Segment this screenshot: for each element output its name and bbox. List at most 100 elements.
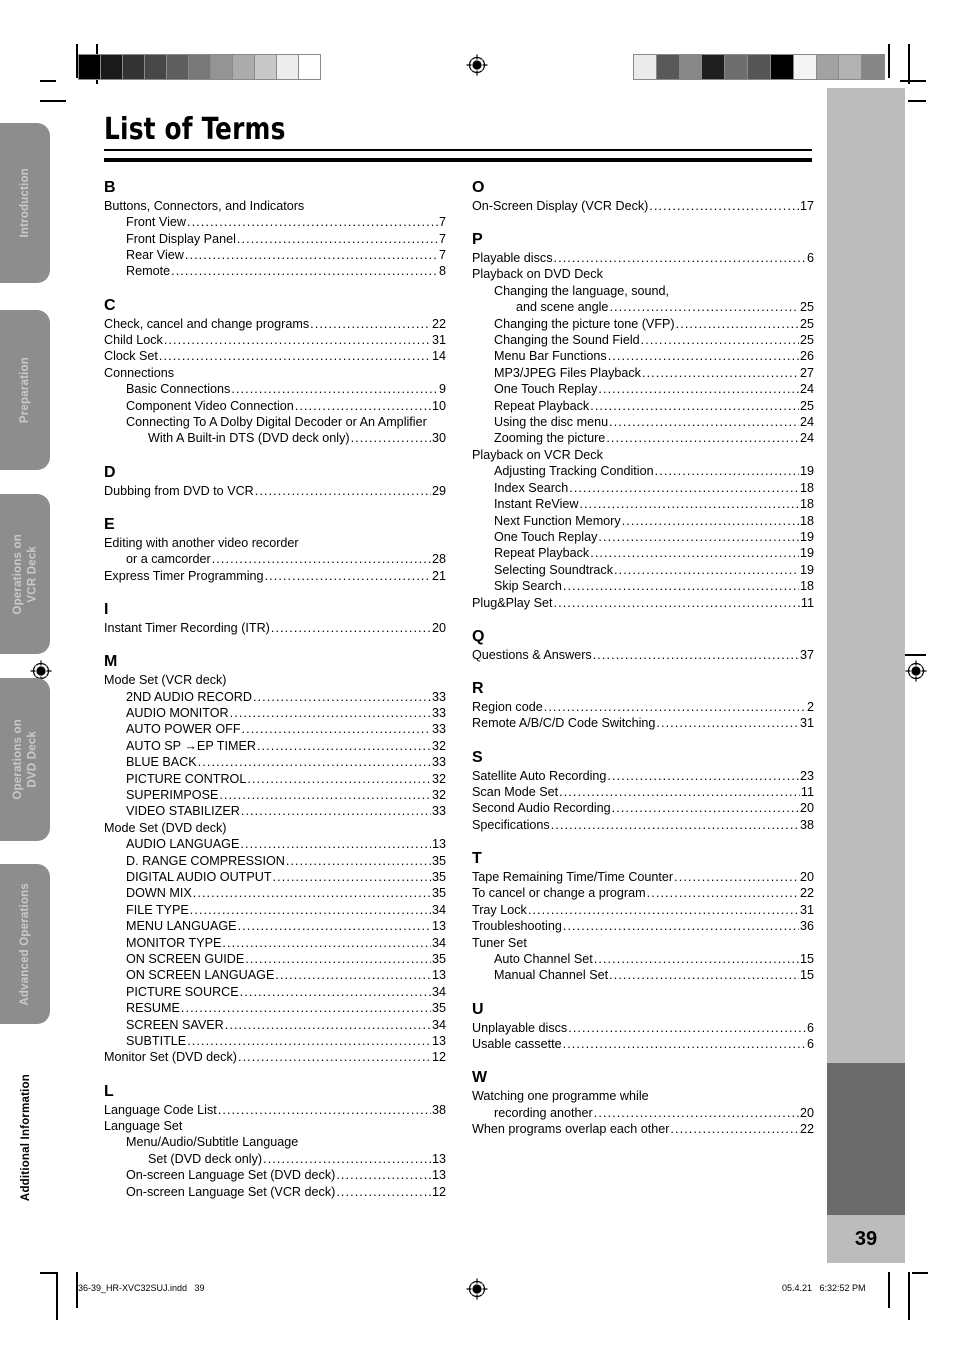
index-entry[interactable]: ON SCREEN LANGUAGE......................… xyxy=(104,967,446,983)
index-entry[interactable]: Index Search............................… xyxy=(472,480,814,496)
index-entry[interactable]: Questions & Answers.....................… xyxy=(472,647,814,663)
index-entry[interactable]: Dubbing from DVD to VCR.................… xyxy=(104,483,446,499)
tab-operations-on-dvd-deck[interactable]: Operations on DVD Deck xyxy=(0,678,50,841)
index-entry[interactable]: Instant Timer Recording (ITR)...........… xyxy=(104,620,446,636)
index-entry[interactable]: Front View..............................… xyxy=(104,214,446,230)
index-entry[interactable]: Remote A/B/C/D Code Switching...........… xyxy=(472,715,814,731)
index-entry-text: SUBTITLE xyxy=(126,1034,187,1049)
tab-operations-on-vcr-deck[interactable]: Operations on VCR Deck xyxy=(0,494,50,654)
index-entry[interactable]: Using the disc menu.....................… xyxy=(472,414,814,430)
index-entry[interactable]: Unplayable discs........................… xyxy=(472,1020,814,1036)
index-entry[interactable]: Set (DVD deck only).....................… xyxy=(104,1151,446,1167)
index-page-number: 38 xyxy=(431,1102,446,1117)
index-entry[interactable]: Rear View...............................… xyxy=(104,247,446,263)
index-entry[interactable]: Changing the Sound Field................… xyxy=(472,332,814,348)
index-entry[interactable]: MONITOR TYPE............................… xyxy=(104,935,446,951)
index-entry[interactable]: Usable cassette.........................… xyxy=(472,1036,814,1052)
registration-target-top-center xyxy=(466,54,488,76)
index-entry[interactable]: Basic Connections.......................… xyxy=(104,381,446,397)
index-entry[interactable]: Auto Channel Set........................… xyxy=(472,951,814,967)
index-entry[interactable]: Child Lock..............................… xyxy=(104,332,446,348)
index-entry[interactable]: DOWN MIX................................… xyxy=(104,885,446,901)
index-entry[interactable]: Plug&Play Set...........................… xyxy=(472,595,814,611)
index-entry[interactable]: Monitor Set (DVD deck)..................… xyxy=(104,1049,446,1065)
index-page-number: 26 xyxy=(799,349,814,364)
index-entry[interactable]: Menu Bar Functions......................… xyxy=(472,348,814,364)
index-entry[interactable]: Front Display Panel.....................… xyxy=(104,231,446,247)
index-entry[interactable]: When programs overlap each other........… xyxy=(472,1121,814,1137)
crop-mark-bottom-right-inner-vertical xyxy=(908,1272,910,1320)
index-entry[interactable]: and scene angle.........................… xyxy=(472,299,814,315)
index-entry[interactable]: Zooming the picture.....................… xyxy=(472,430,814,446)
index-entry[interactable]: Specifications..........................… xyxy=(472,817,814,833)
index-entry[interactable]: Tape Remaining Time/Time Counter........… xyxy=(472,869,814,885)
index-entry-text: On-screen Language Set (VCR deck) xyxy=(126,1184,336,1199)
index-entry[interactable]: Instant ReView..........................… xyxy=(472,496,814,512)
index-entry[interactable]: Manual Channel Set......................… xyxy=(472,967,814,983)
index-entry[interactable]: Component Video Connection..............… xyxy=(104,398,446,414)
grayscale-step-wedge-right xyxy=(633,54,885,80)
index-page-number: 20 xyxy=(799,869,814,884)
index-entry[interactable]: AUDIO LANGUAGE..........................… xyxy=(104,836,446,852)
index-entry[interactable]: ON SCREEN GUIDE.........................… xyxy=(104,951,446,967)
index-entry[interactable]: BLUE BACK ..............................… xyxy=(104,754,446,770)
index-entry[interactable]: MENU LANGUAGE...........................… xyxy=(104,918,446,934)
index-entry[interactable]: SCREEN SAVER............................… xyxy=(104,1017,446,1033)
index-entry[interactable]: Tray Lock...............................… xyxy=(472,902,814,918)
index-entry[interactable]: Skip Search.............................… xyxy=(472,578,814,594)
title-rule-thick xyxy=(104,158,812,162)
index-entry[interactable]: Changing the picture tone (VFP).........… xyxy=(472,316,814,332)
index-entry[interactable]: Region code.............................… xyxy=(472,699,814,715)
index-entry[interactable]: DIGITAL AUDIO OUTPUT....................… xyxy=(104,869,446,885)
index-entry[interactable]: Next Function Memory....................… xyxy=(472,513,814,529)
tab-introduction[interactable]: Introduction xyxy=(0,123,50,283)
index-entry[interactable]: One Touch Replay........................… xyxy=(472,381,814,397)
index-entry[interactable]: Scan Mode Set...........................… xyxy=(472,784,814,800)
index-entry[interactable]: 2ND AUDIO RECORD........................… xyxy=(104,689,446,705)
index-entry[interactable]: AUDIO MONITOR...........................… xyxy=(104,705,446,721)
index-leader-dots: ........................................… xyxy=(562,919,799,934)
index-entry[interactable]: RESUME..................................… xyxy=(104,1000,446,1016)
tab-advanced-operations[interactable]: Advanced Operations xyxy=(0,864,50,1024)
index-entry[interactable]: FILE TYPE...............................… xyxy=(104,902,446,918)
tab-introduction-label: Introduction xyxy=(18,168,31,238)
index-entry[interactable]: Selecting Soundtrack....................… xyxy=(472,562,814,578)
index-entry[interactable]: Repeat Playback.........................… xyxy=(472,545,814,561)
index-entry[interactable]: Troubleshooting.........................… xyxy=(472,918,814,934)
index-entry[interactable]: Clock Set...............................… xyxy=(104,348,446,364)
index-entry[interactable]: AUTO SP →EP TIMER.......................… xyxy=(104,738,446,754)
index-entry[interactable]: Express Timer Programming...............… xyxy=(104,568,446,584)
tab-preparation[interactable]: Preparation xyxy=(0,310,50,470)
index-entry[interactable]: D. RANGE COMPRESSION....................… xyxy=(104,853,446,869)
index-entry[interactable]: On-screen Language Set (VCR deck).......… xyxy=(104,1184,446,1200)
index-entry[interactable]: SUBTITLE................................… xyxy=(104,1033,446,1049)
index-page-number: 25 xyxy=(799,300,814,315)
index-entry[interactable]: PICTURE CONTROL.........................… xyxy=(104,771,446,787)
index-entry[interactable]: or a camcorder..........................… xyxy=(104,551,446,567)
index-entry-text: Second Audio Recording xyxy=(472,801,611,816)
index-entry[interactable]: Language Code List......................… xyxy=(104,1102,446,1118)
index-entry[interactable]: VIDEO STABILIZER........................… xyxy=(104,803,446,819)
index-entry[interactable]: On-Screen Display (VCR Deck)............… xyxy=(472,198,814,214)
index-entry[interactable]: Check, cancel and change programs.......… xyxy=(104,316,446,332)
index-entry[interactable]: AUTO POWER OFF..........................… xyxy=(104,721,446,737)
index-entry[interactable]: With A Built-in DTS (DVD deck only).....… xyxy=(104,430,446,446)
index-entry[interactable]: Satellite Auto Recording................… xyxy=(472,768,814,784)
tab-additional-information[interactable]: Additional Information xyxy=(0,1060,52,1215)
index-entry[interactable]: On-screen Language Set (DVD deck).......… xyxy=(104,1167,446,1183)
index-entry[interactable]: PICTURE SOURCE..........................… xyxy=(104,984,446,1000)
index-entry[interactable]: One Touch Replay........................… xyxy=(472,529,814,545)
index-entry[interactable]: Adjusting Tracking Condition............… xyxy=(472,463,814,479)
index-entry[interactable]: MP3/JPEG Files Playback.................… xyxy=(472,365,814,381)
index-entry-text: and scene angle xyxy=(516,300,609,315)
index-entry[interactable]: recording another.......................… xyxy=(472,1105,814,1121)
index-entry-text: One Touch Replay xyxy=(494,382,598,397)
index-entry[interactable]: Repeat Playback.........................… xyxy=(472,398,814,414)
index-entry[interactable]: Second Audio Recording..................… xyxy=(472,800,814,816)
index-entry[interactable]: SUPERIMPOSE.............................… xyxy=(104,787,446,803)
crop-mark-bottom-right-horizontal xyxy=(912,1272,928,1274)
index-entry[interactable]: Playable discs..........................… xyxy=(472,250,814,266)
index-page-number: 11 xyxy=(800,595,814,610)
index-entry[interactable]: To cancel or change a program...........… xyxy=(472,885,814,901)
index-entry[interactable]: Remote..................................… xyxy=(104,263,446,279)
